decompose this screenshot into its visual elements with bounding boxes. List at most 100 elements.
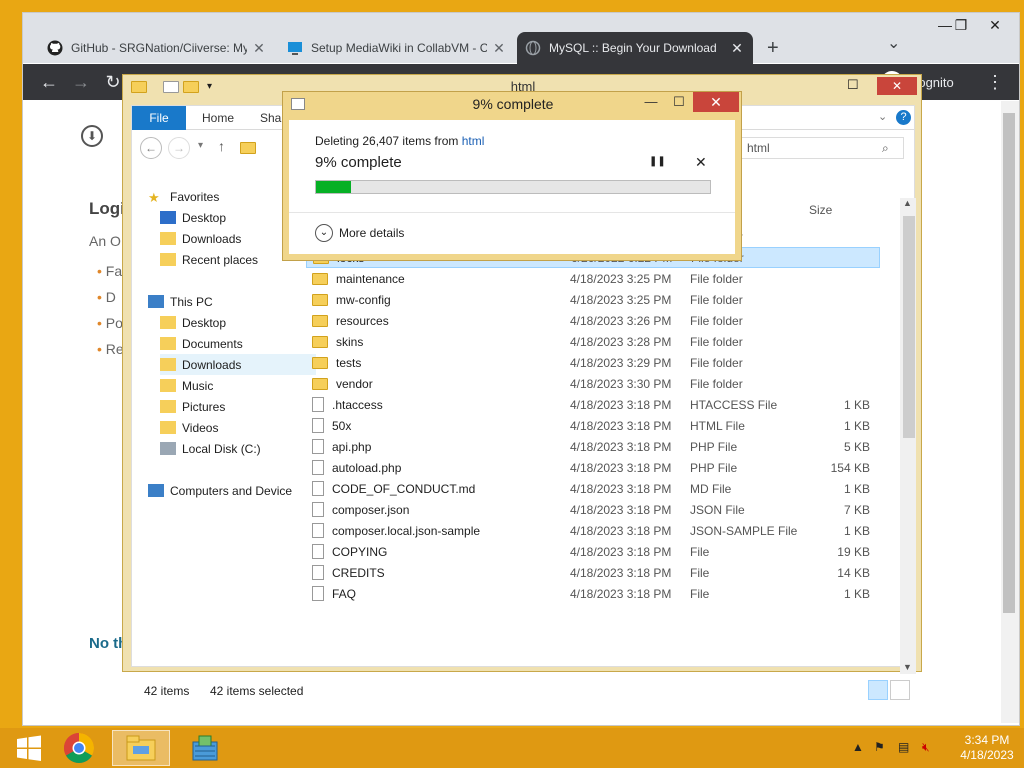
network-icon[interactable]: ▤ xyxy=(898,740,909,754)
nav-pc-documents[interactable]: Documents xyxy=(160,333,316,354)
table-row[interactable]: tests 4/18/2023 3:29 PM File folder xyxy=(306,352,880,373)
divider xyxy=(289,212,735,213)
row-name: resources xyxy=(306,314,570,328)
forward-icon[interactable]: → xyxy=(168,137,190,159)
table-row[interactable]: COPYING 4/18/2023 3:18 PM File 19 KB xyxy=(306,541,880,562)
folder-icon xyxy=(312,377,328,390)
show-hidden-icons[interactable]: ▲ xyxy=(852,740,864,754)
table-row[interactable]: FAQ 4/18/2023 3:18 PM File 1 KB xyxy=(306,583,880,604)
row-date: 4/18/2023 3:18 PM xyxy=(570,544,672,559)
status-item-count: 42 items xyxy=(144,684,190,698)
table-row[interactable]: 50x 4/18/2023 3:18 PM HTML File 1 KB xyxy=(306,415,880,436)
recent-locations-icon[interactable]: ▾ xyxy=(198,140,203,151)
row-type: File xyxy=(690,586,710,601)
tab-title: MySQL :: Begin Your Download xyxy=(549,41,717,55)
row-name: maintenance xyxy=(306,272,570,286)
nav-pc-videos[interactable]: Videos xyxy=(160,417,316,438)
close-tab-icon[interactable]: ✕ xyxy=(729,40,745,57)
dialog-maximize-icon[interactable]: ☐ xyxy=(667,94,691,110)
bullet-item: • D xyxy=(97,289,116,305)
flag-icon[interactable]: ⚑ xyxy=(874,740,885,754)
row-type: PHP File xyxy=(690,460,738,475)
explorer-maximize-icon[interactable]: ☐ xyxy=(847,77,859,93)
ribbon-expand-icon[interactable]: ⌄ xyxy=(878,110,887,123)
menu-icon[interactable]: ⋮ xyxy=(983,70,1007,94)
row-date: 4/18/2023 3:25 PM xyxy=(570,292,672,307)
table-row[interactable]: composer.json 4/18/2023 3:18 PM JSON File 7… xyxy=(306,499,880,520)
large-icons-view-icon[interactable] xyxy=(890,680,910,700)
file-list-scroll-thumb[interactable] xyxy=(903,216,915,438)
search-icon[interactable]: ⌕ xyxy=(882,141,889,156)
row-size: 5 KB xyxy=(843,439,870,454)
ribbon-home-tab[interactable]: Home xyxy=(202,106,234,130)
table-row[interactable]: autoload.php 4/18/2023 3:18 PM PHP File 154… xyxy=(306,457,880,478)
row-type: MD File xyxy=(690,481,732,496)
tab-mediawiki[interactable]: Setup MediaWiki in CollabVM - C ✕ xyxy=(279,32,515,64)
folder-icon xyxy=(240,142,256,157)
nav-pc-music[interactable]: Music xyxy=(160,375,316,396)
table-row[interactable]: maintenance 4/18/2023 3:25 PM File folder xyxy=(306,268,880,289)
windows-logo-icon xyxy=(17,735,41,761)
nav-pc-downloads[interactable]: Downloads xyxy=(160,354,316,375)
close-tab-icon[interactable]: ✕ xyxy=(491,40,507,57)
maximize-icon[interactable]: ❐ xyxy=(947,17,975,35)
back-icon[interactable]: ← xyxy=(140,137,162,159)
table-row[interactable]: CODE_OF_CONDUCT.md 4/18/2023 3:18 PM MD Fi… xyxy=(306,478,880,499)
table-row[interactable]: skins 4/18/2023 3:28 PM File folder xyxy=(306,331,880,352)
dialog-minimize-icon[interactable]: — xyxy=(639,94,663,109)
row-name: skins xyxy=(306,335,570,349)
clock[interactable]: 3:34 PM 4/18/2023 xyxy=(954,733,1020,763)
scroll-down-icon[interactable]: ▼ xyxy=(903,662,912,672)
tab-mysql[interactable]: MySQL :: Begin Your Download ✕ xyxy=(517,32,753,64)
table-row[interactable]: resources 4/18/2023 3:26 PM File folder xyxy=(306,310,880,331)
details-view-icon[interactable] xyxy=(868,680,888,700)
source-folder-link[interactable]: html xyxy=(462,134,485,148)
nav-local-disk[interactable]: Local Disk (C:) xyxy=(160,438,316,459)
pause-button[interactable]: ❚❚ xyxy=(649,156,666,167)
explorer-taskbar-button[interactable] xyxy=(112,730,170,766)
more-details-button[interactable]: ⌄ More details xyxy=(315,224,404,242)
installer-icon xyxy=(192,735,218,761)
search-input[interactable]: html xyxy=(738,137,904,159)
nav-favorites[interactable]: ★ Favorites xyxy=(148,186,304,207)
table-row[interactable]: mw-config 4/18/2023 3:25 PM File folder xyxy=(306,289,880,310)
new-tab-button[interactable]: + xyxy=(767,37,779,60)
table-row[interactable]: composer.local.json-sample 4/18/2023 3:18… xyxy=(306,520,880,541)
nav-this-pc[interactable]: This PC xyxy=(148,291,304,312)
percent-complete-text: 9% complete xyxy=(315,154,402,171)
dialog-close-button[interactable]: ✕ xyxy=(693,92,739,112)
back-icon[interactable]: ← xyxy=(37,70,61,94)
row-name: .htaccess xyxy=(306,397,570,412)
row-type: PHP File xyxy=(690,439,738,454)
up-icon[interactable]: ↑ xyxy=(218,138,225,154)
ribbon-file-tab[interactable]: File xyxy=(132,106,186,130)
explorer-close-button[interactable]: ✕ xyxy=(877,77,917,95)
table-row[interactable]: vendor 4/18/2023 3:30 PM File folder xyxy=(306,373,880,394)
row-name: api.php xyxy=(306,439,570,454)
chrome-taskbar-button[interactable] xyxy=(50,730,108,766)
progress-fill xyxy=(316,181,351,193)
table-row[interactable]: CREDITS 4/18/2023 3:18 PM File 14 KB xyxy=(306,562,880,583)
close-tab-icon[interactable]: ✕ xyxy=(251,40,267,57)
folder-icon xyxy=(160,379,176,392)
page-scroll-thumb[interactable] xyxy=(1003,113,1015,613)
volume-muted-icon[interactable]: 🔇︎ xyxy=(922,740,930,755)
chevron-down-icon: ⌄ xyxy=(315,224,333,242)
computer-icon xyxy=(148,295,164,308)
tab-search-icon[interactable]: ⌄ xyxy=(887,33,900,53)
nav-network[interactable]: Computers and Devices xyxy=(148,480,292,501)
table-row[interactable]: .htaccess 4/18/2023 3:18 PM HTACCESS File 1… xyxy=(306,394,880,415)
close-icon[interactable]: ✕ xyxy=(981,17,1009,35)
row-name: vendor xyxy=(306,377,570,391)
tab-github[interactable]: GitHub - SRGNation/Ciiverse: My ✕ xyxy=(39,32,275,64)
nav-pc-pictures[interactable]: Pictures xyxy=(160,396,316,417)
column-header-size[interactable]: Size xyxy=(809,203,832,217)
cancel-button[interactable]: ✕ xyxy=(695,154,707,171)
download-icon: ⬇ xyxy=(81,125,103,147)
forward-icon[interactable]: → xyxy=(69,70,93,94)
table-row[interactable]: api.php 4/18/2023 3:18 PM PHP File 5 KB xyxy=(306,436,880,457)
scroll-up-icon[interactable]: ▲ xyxy=(903,198,912,208)
nav-pc-desktop[interactable]: Desktop xyxy=(160,312,316,333)
app-taskbar-button[interactable] xyxy=(176,730,234,766)
help-icon[interactable]: ? xyxy=(896,110,911,125)
